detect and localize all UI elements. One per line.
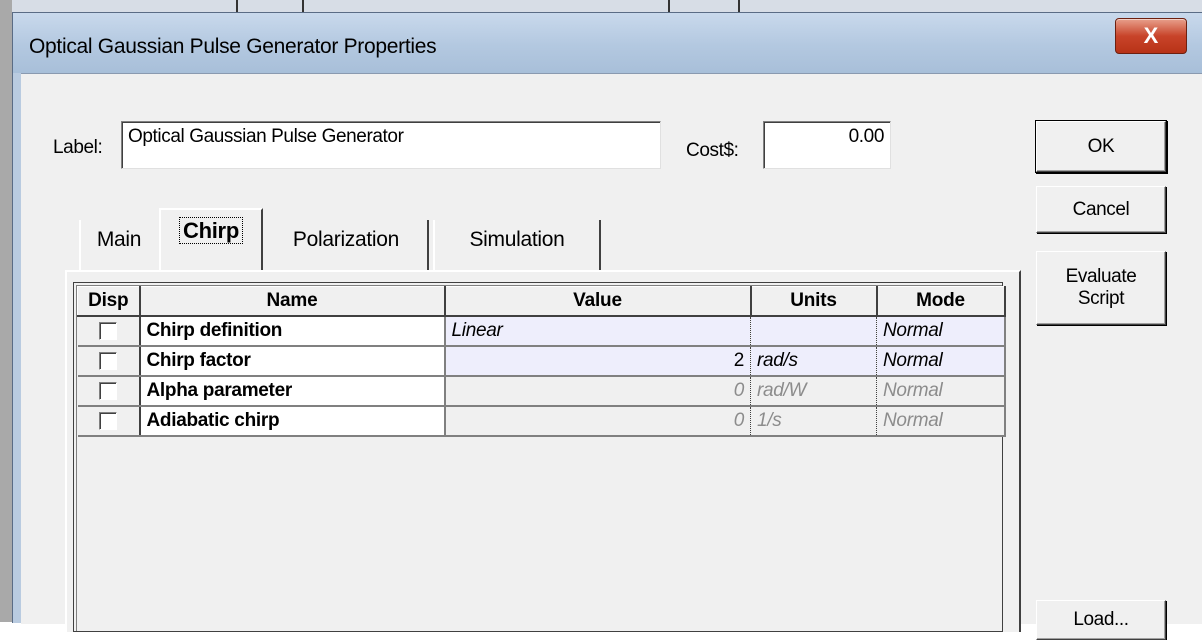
close-button[interactable]: X	[1115, 18, 1187, 54]
close-icon: X	[1143, 23, 1159, 48]
name-cell: Adiabatic chirp	[139, 406, 446, 437]
tab-simulation[interactable]: Simulation	[433, 220, 601, 270]
mode-cell[interactable]: Normal	[876, 346, 1006, 377]
window-title: Optical Gaussian Pulse Generator Propert…	[29, 35, 437, 58]
value-cell[interactable]: 0	[444, 406, 751, 437]
tab-polarization-label: Polarization	[292, 228, 400, 251]
properties-dialog: Optical Gaussian Pulse Generator Propert…	[12, 12, 1202, 640]
header-units[interactable]: Units	[750, 286, 878, 317]
dialog-client-area: Label: Optical Gaussian Pulse Generator …	[21, 73, 1202, 640]
header-disp[interactable]: Disp	[77, 286, 141, 317]
tab-polarization[interactable]: Polarization	[265, 220, 429, 270]
grid-body: Disp Name Value Units Mode Chirp definit…	[76, 285, 1006, 631]
value-cell[interactable]: 0	[444, 376, 751, 407]
name-cell: Chirp definition	[139, 316, 446, 347]
tab-chirp[interactable]: Chirp	[159, 208, 263, 270]
cost-caption: Cost$:	[686, 140, 739, 161]
mode-cell[interactable]: Normal	[876, 406, 1006, 437]
disp-checkbox[interactable]	[99, 321, 117, 340]
tab-chirp-label: Chirp	[179, 217, 243, 244]
label-caption: Label:	[53, 137, 103, 158]
table-row[interactable]: Adiabatic chirp 0 1/s Normal	[77, 406, 1006, 437]
cancel-button[interactable]: Cancel	[1036, 186, 1166, 233]
units-cell: rad/s	[750, 346, 877, 377]
disp-cell[interactable]	[77, 346, 141, 377]
background-mark	[738, 0, 740, 12]
disp-cell[interactable]	[77, 376, 141, 407]
title-bar[interactable]: Optical Gaussian Pulse Generator Propert…	[13, 13, 1202, 73]
tab-main-label: Main	[96, 228, 142, 251]
background-mark	[236, 0, 238, 12]
disp-checkbox[interactable]	[99, 351, 117, 370]
label-input[interactable]: Optical Gaussian Pulse Generator	[121, 121, 661, 169]
table-row[interactable]: Chirp factor 2 rad/s Normal	[77, 346, 1006, 377]
background-mark	[668, 0, 670, 12]
disp-cell[interactable]	[77, 406, 141, 437]
value-cell[interactable]: Linear	[444, 316, 751, 347]
mode-cell[interactable]: Normal	[876, 316, 1006, 347]
units-cell: rad/W	[750, 376, 877, 407]
header-value[interactable]: Value	[444, 286, 752, 317]
ok-button[interactable]: OK	[1036, 121, 1166, 172]
evaluate-label-line2: Script	[1077, 288, 1125, 309]
parameters-grid[interactable]: Disp Name Value Units Mode Chirp definit…	[73, 282, 1006, 632]
load-button-label: Load...	[1073, 609, 1129, 630]
parameters-table: Disp Name Value Units Mode Chirp definit…	[77, 286, 1006, 437]
background-window-edge	[0, 0, 12, 622]
cost-input-value: 0.00	[848, 126, 885, 147]
background-mark	[302, 0, 304, 12]
units-cell: 1/s	[750, 406, 877, 437]
name-cell: Chirp factor	[139, 346, 446, 377]
units-cell	[750, 316, 877, 347]
disp-checkbox[interactable]	[99, 411, 117, 430]
evaluate-label-line1: Evaluate	[1065, 266, 1137, 287]
header-mode[interactable]: Mode	[876, 286, 1006, 317]
ok-button-label: OK	[1087, 135, 1115, 157]
table-row[interactable]: Chirp definition Linear Normal	[77, 316, 1006, 347]
mode-cell[interactable]: Normal	[876, 376, 1006, 407]
table-header-row: Disp Name Value Units Mode	[77, 286, 1006, 317]
table-row[interactable]: Alpha parameter 0 rad/W Normal	[77, 376, 1006, 407]
tab-main[interactable]: Main	[79, 220, 157, 270]
disp-cell[interactable]	[77, 316, 141, 347]
value-cell[interactable]: 2	[444, 346, 751, 377]
disp-checkbox[interactable]	[99, 381, 117, 400]
header-name[interactable]: Name	[139, 286, 446, 317]
label-input-value: Optical Gaussian Pulse Generator	[128, 126, 404, 147]
cost-input[interactable]: 0.00	[763, 121, 891, 169]
evaluate-script-button[interactable]: Evaluate Script	[1036, 251, 1166, 325]
tab-simulation-label: Simulation	[469, 228, 565, 251]
load-button[interactable]: Load...	[1036, 600, 1166, 640]
cancel-button-label: Cancel	[1072, 198, 1130, 220]
name-cell: Alpha parameter	[139, 376, 446, 407]
